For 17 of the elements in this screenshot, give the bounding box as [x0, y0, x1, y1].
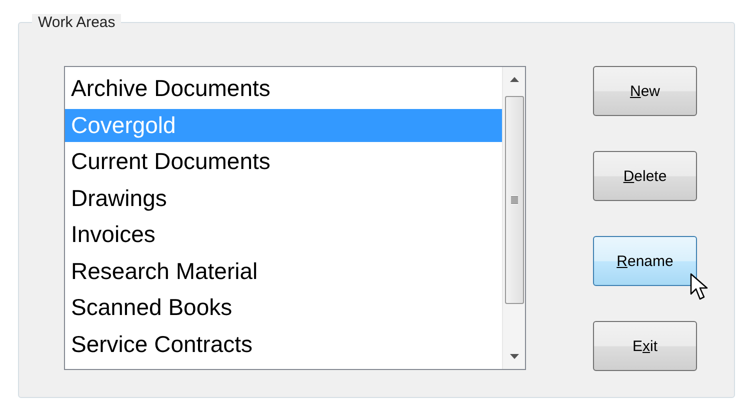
list-item[interactable]: Current Documents	[65, 145, 502, 178]
action-button[interactable]: Delete	[593, 151, 697, 201]
action-button[interactable]: Exit	[593, 321, 697, 371]
scroll-thumb[interactable]	[504, 96, 524, 304]
list-item[interactable]: Research Material	[65, 254, 502, 288]
scrollbar[interactable]	[502, 67, 525, 369]
pointer-icon	[690, 273, 710, 301]
list-box[interactable]: Archive Documents Covergold Current Documents Drawings Invoices Research Material Scanned Books Service Contracts	[64, 66, 526, 370]
list-item[interactable]: Invoices	[65, 218, 502, 251]
scroll-up-icon[interactable]	[510, 77, 518, 82]
scroll-down-icon[interactable]	[510, 354, 518, 359]
list-item[interactable]: Drawings	[65, 182, 502, 214]
list-item[interactable]: Service Contracts	[65, 328, 502, 360]
grip-icon	[510, 196, 518, 204]
list-item[interactable]: Archive Documents	[65, 72, 502, 105]
list-item[interactable]: Scanned Books	[65, 291, 502, 324]
action-button[interactable]: New	[593, 66, 697, 116]
